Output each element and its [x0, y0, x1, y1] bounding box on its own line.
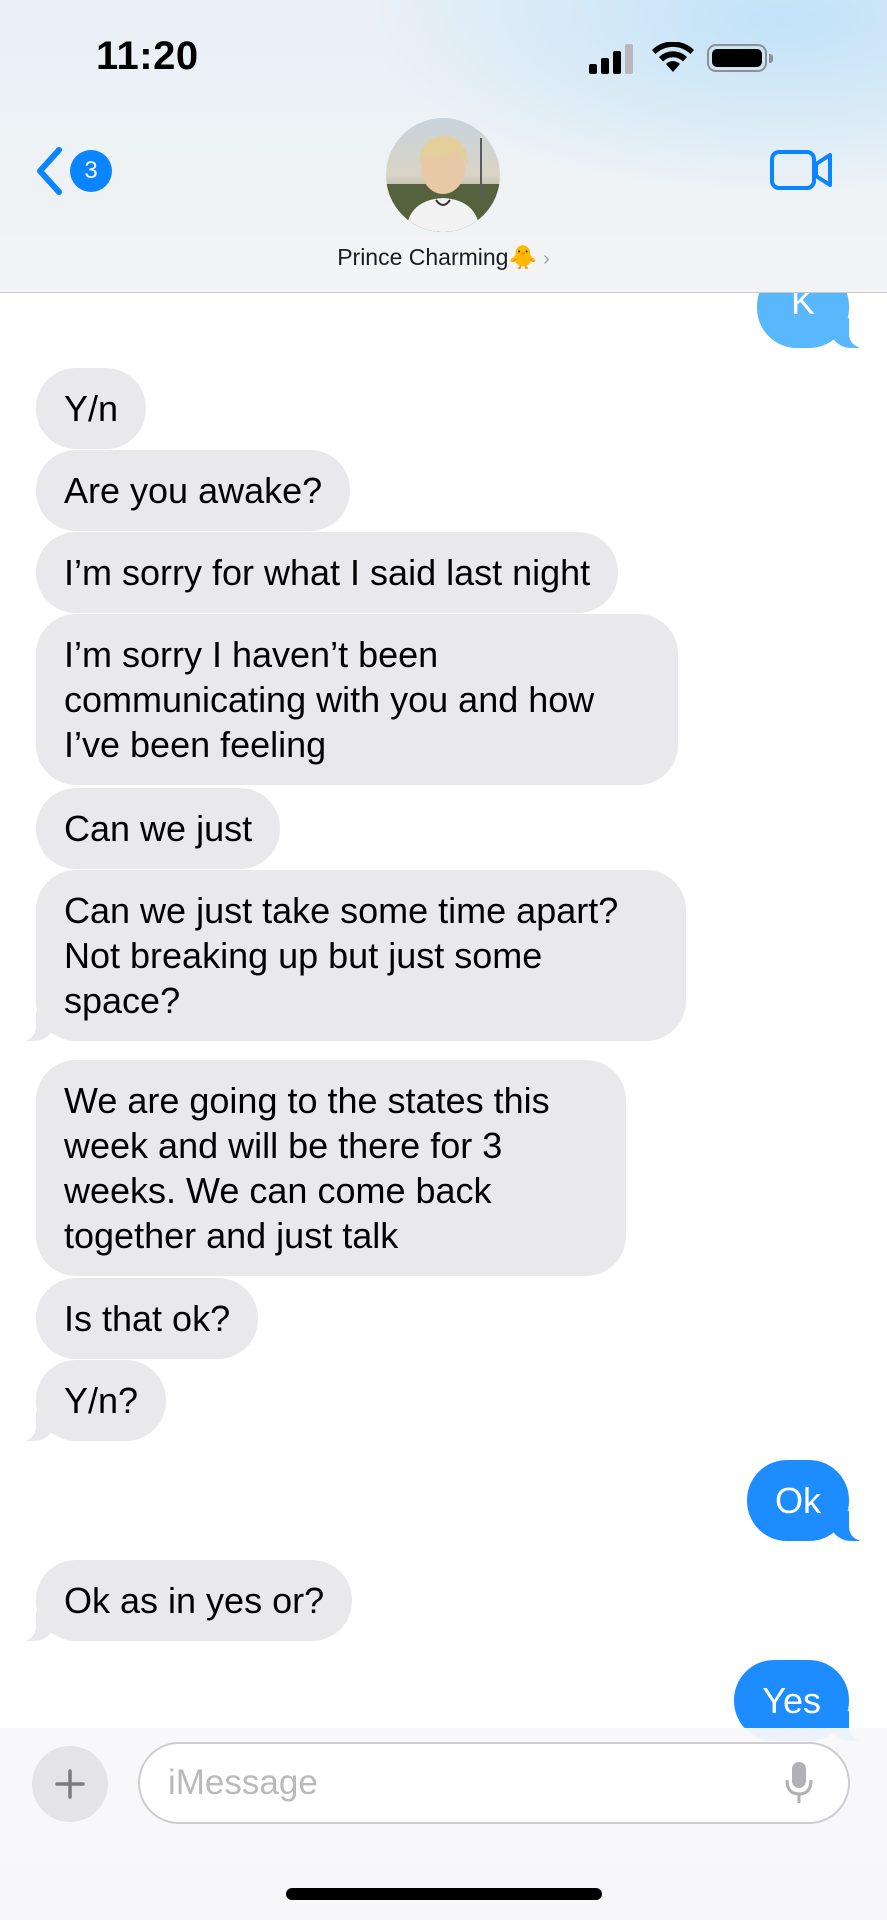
contact-name[interactable]: Prince Charming🐥 ›	[0, 244, 887, 271]
unread-badge: 3	[70, 150, 112, 192]
incoming-message[interactable]: Are you awake?	[36, 450, 351, 531]
cellular-signal-icon	[589, 42, 637, 74]
incoming-message[interactable]: We are going to the states this week and…	[36, 1060, 626, 1276]
incoming-message[interactable]: Y/n	[36, 368, 147, 449]
conversation-header: 11:20 3 Prince Charming🐥 ›	[0, 0, 887, 293]
incoming-message[interactable]: I’m sorry for what I said last night	[36, 532, 619, 613]
video-camera-icon[interactable]	[770, 148, 834, 192]
status-time: 11:20	[96, 34, 199, 78]
chevron-right-icon: ›	[543, 248, 550, 270]
outgoing-message[interactable]: Ok	[746, 1460, 872, 1541]
chevron-left-icon	[37, 147, 62, 195]
incoming-message[interactable]: Can we just	[36, 788, 281, 869]
incoming-message[interactable]: Ok as in yes or?	[13, 1560, 353, 1641]
plus-icon	[55, 1769, 85, 1799]
back-button[interactable]: 3	[34, 140, 124, 200]
status-icons	[589, 42, 829, 76]
incoming-message[interactable]: Y/n?	[13, 1360, 167, 1441]
message-input[interactable]	[138, 1742, 850, 1824]
apps-plus-button[interactable]	[32, 1746, 108, 1822]
battery-icon	[707, 44, 773, 72]
contact-avatar[interactable]	[386, 118, 500, 232]
microphone-icon[interactable]	[784, 1760, 814, 1806]
incoming-message[interactable]: I’m sorry I haven’t been communicating w…	[36, 614, 678, 785]
home-indicator[interactable]	[286, 1888, 602, 1900]
incoming-message[interactable]: Is that ok?	[36, 1278, 259, 1359]
incoming-message[interactable]: Can we just take some time apart? Not br…	[14, 870, 686, 1041]
wifi-icon	[652, 42, 694, 72]
